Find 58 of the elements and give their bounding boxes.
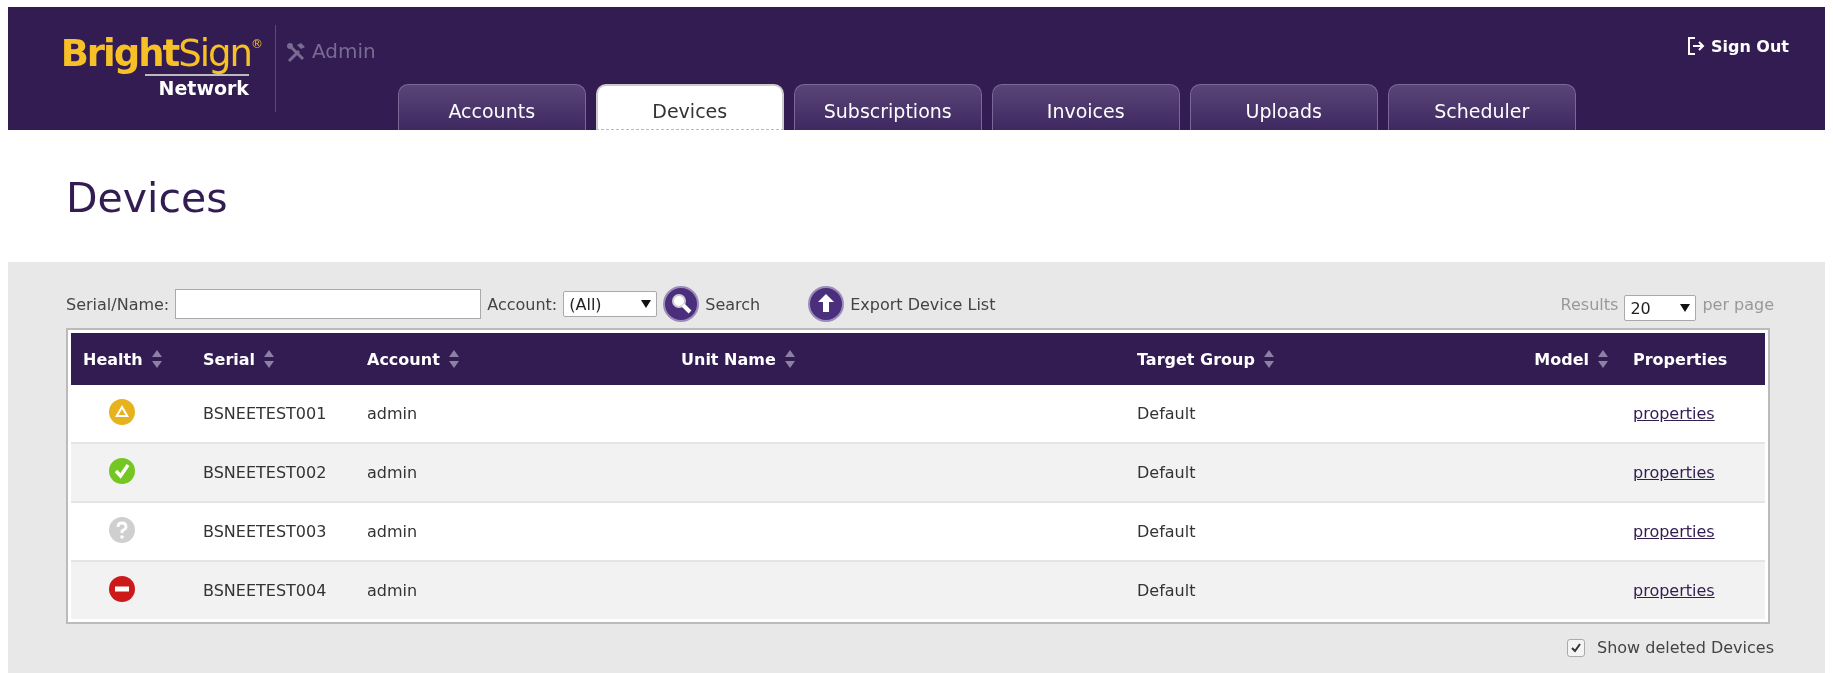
admin-label: Admin <box>312 39 376 63</box>
sort-icon[interactable] <box>1262 349 1275 369</box>
dropdown-caret-icon <box>1680 304 1691 312</box>
sort-icon[interactable] <box>447 349 460 369</box>
nav-tab[interactable]: Accounts <box>397 84 586 130</box>
target-group-cell: Default <box>1137 463 1196 482</box>
sort-icon[interactable] <box>150 349 163 369</box>
sort-icon[interactable] <box>783 349 796 369</box>
properties-link[interactable]: properties <box>1633 581 1715 600</box>
column-header[interactable]: Model <box>1534 349 1589 369</box>
target-group-cell: Default <box>1137 404 1196 423</box>
serial-input[interactable] <box>175 289 482 319</box>
logo-subtitle: Network <box>145 74 249 99</box>
target-group-cell: Default <box>1137 522 1196 541</box>
nav-tab[interactable]: Uploads <box>1189 84 1378 130</box>
export-button[interactable]: Export Device List <box>808 286 996 322</box>
column-header: Properties <box>1633 349 1728 369</box>
sort-icon[interactable] <box>263 349 276 369</box>
serial-cell: BSNEETEST002 <box>203 463 327 482</box>
account-cell: admin <box>367 463 418 482</box>
column-header[interactable]: Account <box>367 349 440 369</box>
search-icon <box>663 286 700 322</box>
nav-tab[interactable]: Devices <box>595 84 784 130</box>
export-icon <box>808 286 845 322</box>
nav-tab[interactable]: Scheduler <box>1387 84 1576 130</box>
account-cell: admin <box>367 522 418 541</box>
serial-cell: BSNEETEST003 <box>203 522 327 541</box>
show-deleted-label: Show deleted Devices <box>1597 638 1774 657</box>
account-select[interactable]: (All) <box>563 291 658 317</box>
column-header[interactable]: Target Group <box>1137 349 1255 369</box>
serial-cell: BSNEETEST001 <box>203 404 327 423</box>
account-label: Account: <box>487 294 558 314</box>
dropdown-caret-icon <box>641 300 652 308</box>
column-header[interactable]: Unit Name <box>681 349 776 369</box>
results-label: Results <box>1560 294 1619 314</box>
per-page-label: per page <box>1702 294 1774 314</box>
serial-cell: BSNEETEST004 <box>203 581 327 600</box>
properties-link[interactable]: properties <box>1633 522 1715 541</box>
sign-out-icon <box>1686 36 1705 56</box>
sort-icon[interactable] <box>1597 349 1609 369</box>
checkmark-icon <box>1570 641 1583 654</box>
nav-tab[interactable]: Subscriptions <box>793 84 982 130</box>
sign-out-link[interactable]: Sign Out <box>1686 36 1789 56</box>
column-header[interactable]: Health <box>83 349 143 369</box>
column-header[interactable]: Serial <box>203 349 256 369</box>
search-button[interactable]: Search <box>663 286 761 322</box>
show-deleted-checkbox[interactable] <box>1567 638 1586 657</box>
nav-tab[interactable]: Invoices <box>991 84 1180 130</box>
per-page-select[interactable]: 20 <box>1624 295 1697 321</box>
serial-label: Serial/Name: <box>66 294 170 314</box>
account-cell: admin <box>367 404 418 423</box>
account-cell: admin <box>367 581 418 600</box>
properties-link[interactable]: properties <box>1633 463 1715 482</box>
logo: BrightSign$^{®}$ <box>60 34 263 74</box>
properties-link[interactable]: properties <box>1633 404 1715 423</box>
tools-icon <box>286 42 308 64</box>
page-title: Devices <box>65 173 229 224</box>
target-group-cell: Default <box>1137 581 1196 600</box>
